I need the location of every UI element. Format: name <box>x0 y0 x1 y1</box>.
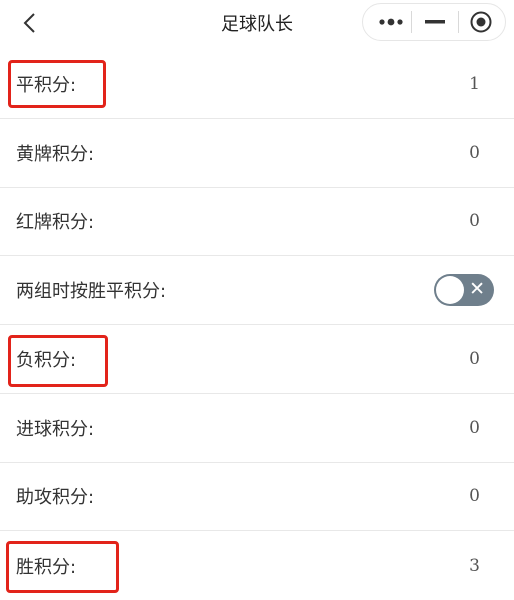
capsule-divider <box>411 11 412 33</box>
score-settings-list: 平积分: 1 黄牌积分: 0 红牌积分: 0 两组时按胜平积分: ✕ 负积分: … <box>0 50 514 600</box>
setting-row-red-card-points[interactable]: 红牌积分: 0 <box>0 188 514 257</box>
setting-label: 黄牌积分: <box>16 143 95 165</box>
setting-value[interactable]: 0 <box>469 486 480 506</box>
highlight-box-win-points <box>6 541 119 593</box>
setting-row-yellow-card-points[interactable]: 黄牌积分: 0 <box>0 119 514 188</box>
close-x-icon: ✕ <box>469 278 485 301</box>
mini-program-capsule <box>362 3 506 41</box>
toggle-switch[interactable]: ✕ <box>434 274 494 307</box>
setting-value[interactable]: 3 <box>469 556 480 576</box>
highlight-box-loss-points <box>8 335 108 387</box>
setting-value[interactable]: 1 <box>469 74 480 94</box>
minimize-button[interactable] <box>415 4 455 40</box>
setting-label: 进球积分: <box>16 418 95 440</box>
close-button[interactable] <box>461 4 501 40</box>
setting-value[interactable]: 0 <box>469 349 480 369</box>
setting-row-assist-points[interactable]: 助攻积分: 0 <box>0 463 514 532</box>
setting-row-goal-points[interactable]: 进球积分: 0 <box>0 394 514 463</box>
minus-icon <box>425 20 445 24</box>
more-button[interactable] <box>369 4 413 40</box>
setting-label: 两组时按胜平积分: <box>16 281 167 303</box>
target-circle-icon <box>470 11 492 33</box>
setting-row-two-groups-toggle: 两组时按胜平积分: ✕ <box>0 256 514 325</box>
setting-value[interactable]: 0 <box>469 211 480 231</box>
navigation-bar: 足球队长 <box>0 0 514 46</box>
capsule-divider <box>458 11 459 33</box>
setting-label: 助攻积分: <box>16 487 95 509</box>
setting-value[interactable]: 0 <box>469 418 480 438</box>
highlight-box-draw-points <box>8 60 106 108</box>
setting-label: 红牌积分: <box>16 212 95 234</box>
more-dots-icon <box>379 18 403 26</box>
toggle-knob <box>436 276 464 305</box>
setting-value[interactable]: 0 <box>469 143 480 163</box>
